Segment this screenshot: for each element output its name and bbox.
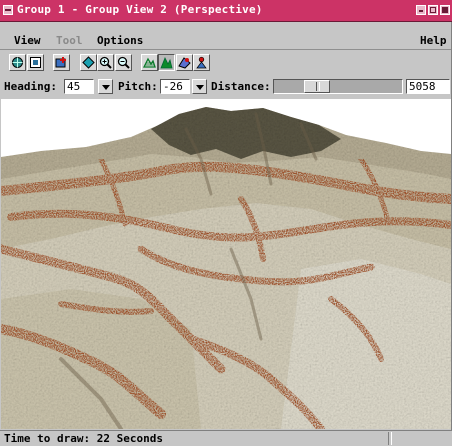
frame-icon — [30, 57, 41, 68]
menu-bar: View Tool Options Help — [0, 26, 452, 50]
perspective-terrain-view[interactable] — [1, 99, 451, 429]
heading-dropdown-button[interactable] — [98, 79, 113, 94]
diamond-icon — [82, 56, 95, 69]
terrain-fill-button[interactable] — [158, 54, 175, 71]
status-divider — [388, 432, 392, 445]
distance-label: Distance: — [211, 80, 271, 93]
surface-tool-button[interactable] — [176, 54, 193, 71]
distance-field[interactable]: 5058 — [406, 79, 450, 94]
title-bar[interactable]: Group 1 - Group View 2 (Perspective) — [0, 0, 452, 22]
maximize-button[interactable] — [428, 5, 438, 15]
zoom-in-button[interactable] — [97, 54, 114, 71]
terrain-render — [1, 99, 451, 429]
globe-icon — [12, 57, 23, 68]
layer-add-icon — [55, 57, 66, 68]
heading-label: Heading: — [4, 80, 57, 93]
pitch-label: Pitch: — [118, 80, 158, 93]
zoom-in-icon — [99, 56, 112, 69]
status-bar: Time to draw: 22 Seconds — [0, 430, 452, 446]
perspective-view-window: Group 1 - Group View 2 (Perspective) Vie… — [0, 0, 452, 446]
menu-options[interactable]: Options — [97, 34, 143, 47]
distance-slider-thumb[interactable] — [304, 80, 330, 93]
zoom-out-button[interactable] — [115, 54, 132, 71]
viewer-tool-button[interactable] — [193, 54, 210, 71]
distance-slider[interactable] — [273, 79, 403, 94]
heading-field[interactable]: 45 — [64, 79, 94, 94]
terrain-wire-icon — [143, 57, 156, 68]
terrain-wire-button[interactable] — [141, 54, 158, 71]
close-button[interactable] — [440, 5, 450, 15]
frame-tool-button[interactable] — [27, 54, 44, 71]
diamond-tool-button[interactable] — [80, 54, 97, 71]
menu-view[interactable]: View — [14, 34, 41, 47]
window-controls — [416, 5, 450, 15]
view-control-bar: Heading: 45 Pitch: -26 Distance: 5058 — [0, 77, 452, 97]
menu-help[interactable]: Help — [420, 34, 447, 47]
globe-tool-button[interactable] — [9, 54, 26, 71]
surface-icon — [178, 57, 191, 69]
menu-separator — [0, 49, 451, 50]
viewer-icon — [196, 56, 207, 69]
pitch-dropdown-button[interactable] — [192, 79, 207, 94]
pitch-field[interactable]: -26 — [160, 79, 190, 94]
menu-tool[interactable]: Tool — [56, 34, 83, 47]
window-title: Group 1 - Group View 2 (Perspective) — [17, 3, 263, 16]
minimize-button[interactable] — [416, 5, 426, 15]
zoom-out-icon — [117, 56, 130, 69]
layer-add-tool-button[interactable] — [53, 54, 70, 71]
status-text: Time to draw: 22 Seconds — [4, 432, 163, 445]
terrain-fill-icon — [160, 57, 173, 69]
system-menu-button[interactable] — [3, 5, 13, 15]
